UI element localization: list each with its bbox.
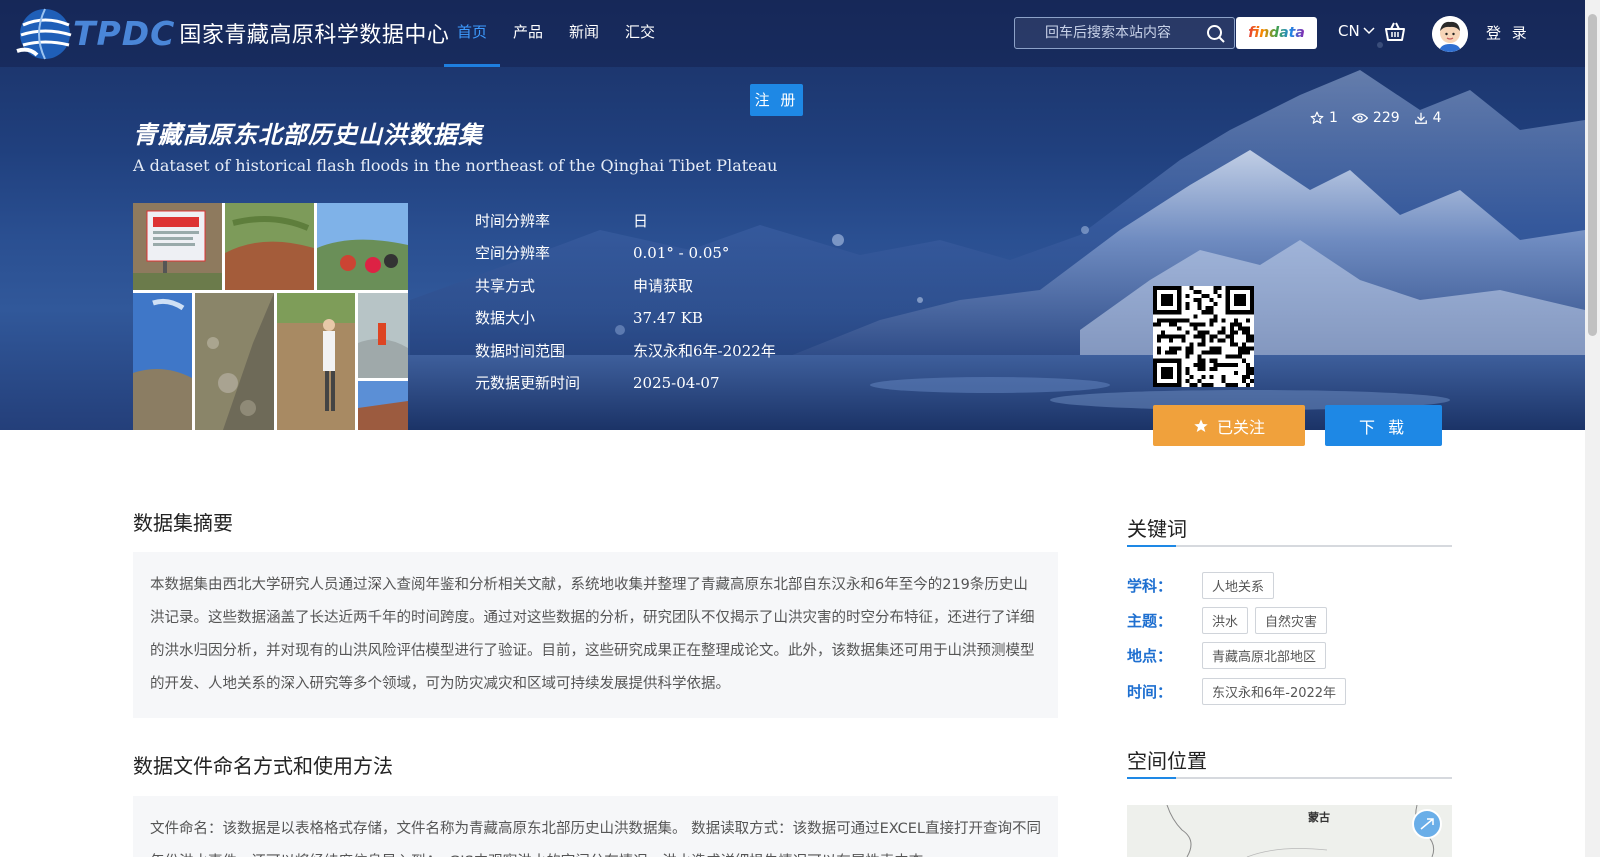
abstract-heading: 数据集摘要 bbox=[133, 511, 233, 535]
findata-link[interactable]: findata bbox=[1236, 17, 1317, 49]
meta-key: 共享方式 bbox=[475, 276, 536, 295]
abstract-text: 本数据集由西北大学研究人员通过深入查阅年鉴和分析相关文献，系统地收集并整理了青藏… bbox=[133, 552, 1058, 718]
location-map[interactable]: 蒙古 bbox=[1127, 805, 1452, 857]
meta-row: 共享方式 申请获取 bbox=[475, 269, 776, 302]
nav-products[interactable]: 产品 bbox=[500, 0, 556, 67]
keywords-divider bbox=[1127, 545, 1452, 547]
meta-value: 0.01° - 0.05° bbox=[633, 243, 730, 262]
chevron-down-icon bbox=[1363, 27, 1375, 35]
map-label-mongolia: 蒙古 bbox=[1308, 811, 1330, 824]
register-button[interactable]: 注 册 bbox=[750, 84, 803, 116]
naming-text: 文件命名：该数据是以表格格式存储，文件名称为青藏高原东北部历史山洪数据集。 数据… bbox=[133, 796, 1058, 857]
meta-row: 数据时间范围 东汉永和6年-2022年 bbox=[475, 334, 776, 367]
logo-tpdc-text: TPDC bbox=[73, 13, 176, 53]
meta-value: 东汉永和6年-2022年 bbox=[633, 341, 776, 360]
search-icon[interactable] bbox=[1206, 24, 1226, 44]
location-heading: 空间位置 bbox=[1127, 749, 1207, 773]
dataset-stats: 1 229 4 bbox=[1310, 110, 1442, 126]
login-link[interactable]: 登 录 bbox=[1486, 22, 1530, 43]
nav-news[interactable]: 新闻 bbox=[556, 0, 612, 67]
downloads-stat: 4 bbox=[1414, 110, 1442, 126]
top-navigation-bar: TPDC 国家青藏高原科学数据中心 首页 产品 新闻 汇交 findata CN bbox=[0, 0, 1585, 67]
naming-heading: 数据文件命名方式和使用方法 bbox=[133, 754, 393, 778]
dataset-title: 青藏高原东北部历史山洪数据集 bbox=[133, 121, 483, 149]
meta-value: 日 bbox=[633, 211, 649, 230]
qr-code-icon bbox=[1153, 286, 1254, 387]
user-avatar-icon bbox=[1432, 16, 1468, 52]
keyword-row-place: 地点： 青藏高原北部地区 bbox=[1127, 642, 1333, 669]
scrollbar-thumb[interactable] bbox=[1588, 14, 1597, 336]
meta-value: 2025-04-07 bbox=[633, 373, 720, 392]
meta-key: 数据大小 bbox=[475, 309, 536, 328]
meta-row: 空间分辨率 0.01° - 0.05° bbox=[475, 237, 776, 270]
eye-icon bbox=[1351, 113, 1368, 123]
map-image bbox=[1166, 805, 1442, 857]
keyword-row-theme: 主题： 洪水 自然灾害 bbox=[1127, 607, 1334, 634]
qr-code bbox=[1153, 286, 1254, 387]
dataset-thumbnail-collage[interactable] bbox=[133, 203, 408, 430]
location-divider bbox=[1127, 777, 1452, 779]
keyword-label: 主题： bbox=[1127, 612, 1173, 630]
follow-label: 已关注 bbox=[1216, 417, 1265, 437]
meta-key: 空间分辨率 bbox=[475, 244, 551, 263]
meta-value: 申请获取 bbox=[633, 276, 694, 295]
keyword-tag[interactable]: 自然灾害 bbox=[1255, 607, 1328, 634]
keyword-label: 时间： bbox=[1127, 683, 1173, 701]
meta-row: 数据大小 37.47 KB bbox=[475, 302, 776, 335]
site-logo[interactable]: TPDC 国家青藏高原科学数据中心 bbox=[15, 3, 449, 63]
site-name: 国家青藏高原科学数据中心 bbox=[179, 23, 450, 48]
main-nav: 首页 产品 新闻 汇交 bbox=[444, 0, 668, 67]
keyword-tag[interactable]: 东汉永和6年-2022年 bbox=[1202, 678, 1347, 705]
stars-stat: 1 bbox=[1310, 110, 1338, 126]
views-stat: 229 bbox=[1351, 110, 1400, 126]
globe-logo-icon bbox=[16, 8, 72, 60]
keyword-row-discipline: 学科： 人地关系 bbox=[1127, 572, 1281, 599]
meta-key: 数据时间范围 bbox=[475, 341, 566, 360]
keywords-heading: 关键词 bbox=[1127, 517, 1187, 541]
dataset-subtitle: A dataset of historical flash floods in … bbox=[133, 156, 778, 175]
search-input[interactable] bbox=[1015, 18, 1205, 48]
nav-home[interactable]: 首页 bbox=[444, 0, 501, 67]
keyword-tag[interactable]: 人地关系 bbox=[1202, 572, 1275, 599]
keyword-label: 学科： bbox=[1127, 577, 1173, 595]
keyword-tag[interactable]: 青藏高原北部地区 bbox=[1202, 642, 1327, 669]
keyword-label: 地点： bbox=[1127, 647, 1173, 665]
meta-row: 时间分辨率 日 bbox=[475, 204, 776, 237]
follow-button[interactable]: 已关注 bbox=[1153, 405, 1305, 446]
downloads-count: 4 bbox=[1432, 110, 1442, 126]
keyword-tag[interactable]: 洪水 bbox=[1202, 607, 1249, 634]
meta-key: 元数据更新时间 bbox=[475, 374, 581, 393]
dataset-metadata: 时间分辨率 日 空间分辨率 0.01° - 0.05° 共享方式 申请获取 数据… bbox=[475, 204, 776, 399]
language-switcher[interactable]: CN bbox=[1338, 22, 1375, 40]
keyword-row-time: 时间： 东汉永和6年-2022年 bbox=[1127, 678, 1353, 705]
thumbnail-image bbox=[133, 203, 408, 430]
stars-count: 1 bbox=[1329, 110, 1338, 126]
download-button[interactable]: 下 载 bbox=[1325, 405, 1442, 446]
page: { "header": { "logo_text": "TPDC", "site… bbox=[0, 0, 1600, 857]
meta-value: 37.47 KB bbox=[633, 308, 703, 327]
meta-key: 时间分辨率 bbox=[475, 211, 551, 230]
site-search bbox=[1014, 17, 1235, 49]
language-label: CN bbox=[1338, 22, 1360, 40]
avatar[interactable] bbox=[1432, 16, 1468, 52]
star-outline-icon bbox=[1310, 111, 1324, 124]
cart-icon[interactable] bbox=[1384, 21, 1406, 43]
meta-row: 元数据更新时间 2025-04-07 bbox=[475, 367, 776, 400]
findata-label: findata bbox=[1248, 25, 1305, 41]
page-scrollbar[interactable] bbox=[1585, 0, 1600, 857]
views-count: 229 bbox=[1372, 110, 1400, 126]
nav-submit[interactable]: 汇交 bbox=[612, 0, 668, 67]
download-icon bbox=[1414, 112, 1427, 124]
star-filled-icon bbox=[1194, 418, 1208, 432]
